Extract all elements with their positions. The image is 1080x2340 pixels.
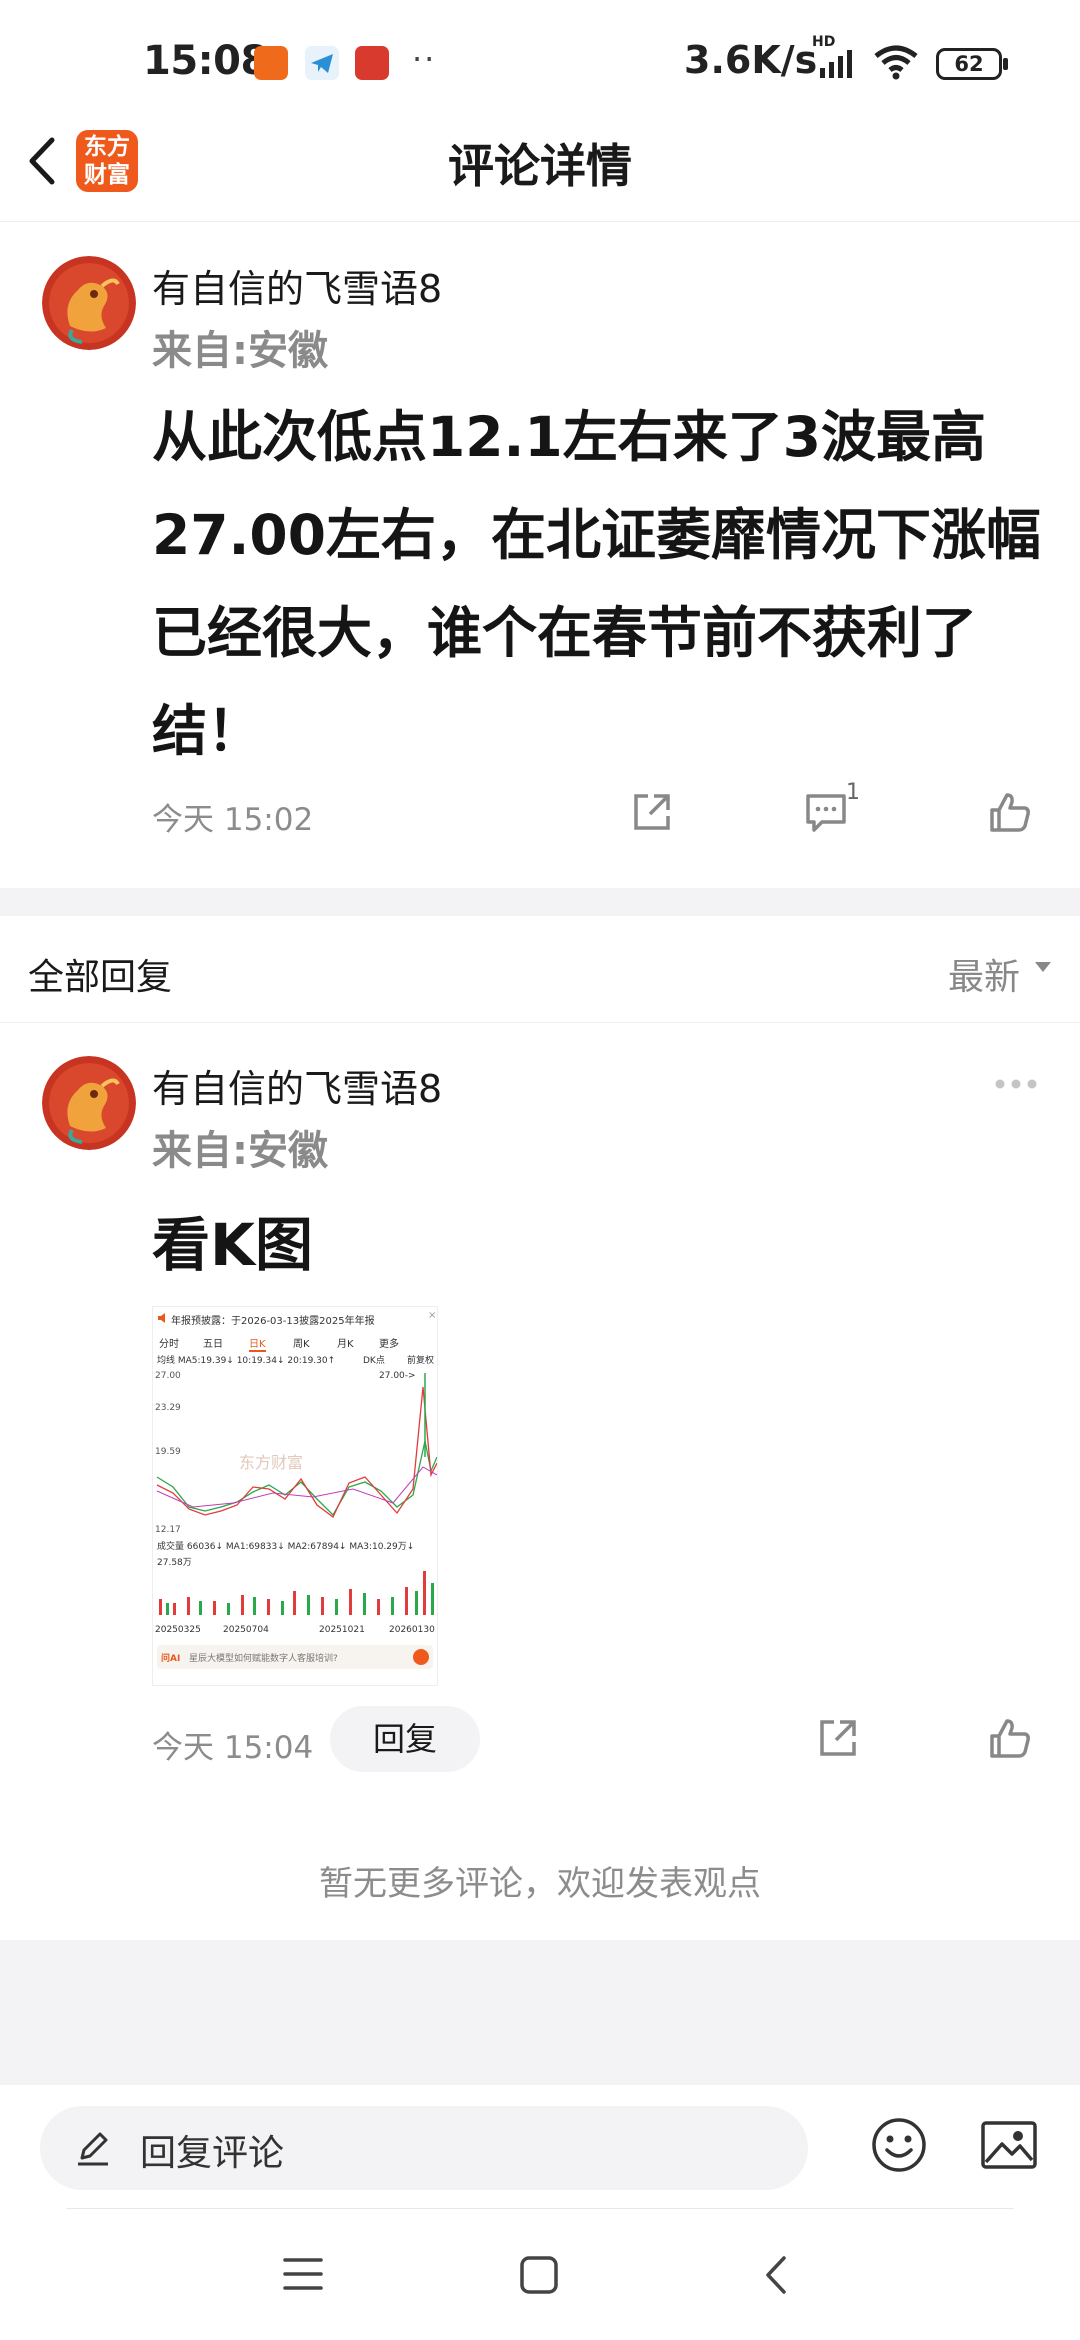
battery-level: 62 bbox=[954, 52, 984, 76]
battery-tip bbox=[1003, 58, 1008, 70]
volume-line: 成交量 66036↓ MA1:69833↓ MA2:67894↓ MA3:10.… bbox=[157, 1542, 415, 1552]
status-time: 15:08 bbox=[143, 38, 268, 84]
gesture-divider bbox=[66, 2208, 1014, 2209]
date-label-1: 20250325 bbox=[155, 1625, 201, 1635]
hd-tag: HD bbox=[812, 34, 836, 50]
reply-button[interactable]: 回复 bbox=[330, 1706, 480, 1772]
post-author-name[interactable]: 有自信的飞雪语8 bbox=[152, 258, 442, 313]
image-icon[interactable] bbox=[980, 2118, 1038, 2172]
comment-input-placeholder: 回复评论 bbox=[140, 2133, 285, 2174]
more-options-icon[interactable] bbox=[994, 1078, 1038, 1090]
app-notification-icon bbox=[254, 46, 288, 80]
emoji-icon[interactable] bbox=[870, 2116, 928, 2174]
notice-text: 年报预披露：于2026-03-13披露2025年年报 bbox=[171, 1316, 375, 1327]
back-nav-icon[interactable] bbox=[760, 2254, 790, 2296]
ai-prompt-text: 星辰大模型如何赋能数字人客服培训? bbox=[189, 1654, 338, 1664]
telegram-icon bbox=[305, 46, 339, 80]
status-bar: 15:08 ·· 3.6K/s HD 62 bbox=[0, 0, 1080, 120]
date-label-4: 20260130 bbox=[389, 1625, 435, 1635]
fq-label: 前复权 bbox=[407, 1356, 435, 1366]
page-title: 评论详情 bbox=[448, 139, 632, 193]
tab-minute: 分时 bbox=[159, 1339, 179, 1350]
kline-chart bbox=[156, 1373, 437, 1518]
replies-header-divider bbox=[0, 1022, 1080, 1023]
section-divider bbox=[0, 888, 1080, 916]
tab-weekly: 周K bbox=[293, 1339, 310, 1350]
post-location: 来自:安徽 bbox=[152, 328, 328, 374]
app-notification-icon-2 bbox=[355, 46, 389, 80]
sort-dropdown-icon[interactable] bbox=[1034, 960, 1052, 974]
reply-content: 看K图 bbox=[152, 1211, 313, 1279]
reply-location: 来自:安徽 bbox=[152, 1128, 328, 1174]
dk-label: DK点 bbox=[363, 1356, 385, 1366]
ai-prompt-bar: 问AI 星辰大模型如何赋能数字人客服培训? bbox=[157, 1645, 433, 1669]
network-speed: 3.6K/s bbox=[684, 38, 818, 82]
menu-nav-icon[interactable] bbox=[282, 2256, 324, 2292]
reply-avatar[interactable] bbox=[42, 1056, 136, 1150]
reply-author-name[interactable]: 有自信的飞雪语8 bbox=[152, 1058, 442, 1113]
reply-timestamp: 今天 15:04 bbox=[152, 1730, 314, 1766]
tab-more: 更多 bbox=[379, 1339, 399, 1350]
comment-icon[interactable] bbox=[804, 790, 848, 834]
tab-5day: 五日 bbox=[203, 1339, 223, 1350]
sort-selector[interactable]: 最新 bbox=[948, 948, 1020, 1000]
empty-background bbox=[0, 1940, 1080, 2085]
no-more-comments: 暂无更多评论，欢迎发表观点 bbox=[319, 1864, 761, 1904]
avatar[interactable] bbox=[42, 256, 136, 350]
volume-max: 27.58万 bbox=[157, 1558, 192, 1568]
post-content: 从此次低点12.1左右来了3波最高27.00左右，在北证萎靡情况下涨幅已经很大，… bbox=[152, 405, 1041, 763]
ma-line: 均线 MA5:19.39↓ 10:19.34↓ 20:19.30↑ bbox=[157, 1356, 336, 1366]
date-label-3: 20251021 bbox=[319, 1625, 365, 1635]
close-icon: × bbox=[428, 1310, 437, 1321]
ai-tag: 问AI bbox=[161, 1654, 181, 1664]
comment-count: 1 bbox=[846, 780, 860, 805]
home-nav-icon[interactable] bbox=[518, 2254, 560, 2296]
volume-chart bbox=[159, 1571, 434, 1615]
wifi-icon bbox=[874, 45, 918, 80]
reply-like-icon[interactable] bbox=[988, 1716, 1032, 1760]
date-label-2: 20250704 bbox=[223, 1625, 269, 1635]
tab-monthly: 月K bbox=[337, 1339, 354, 1350]
ai-go-icon bbox=[413, 1649, 429, 1665]
pencil-icon bbox=[78, 2132, 108, 2166]
tab-daily: 日K bbox=[249, 1335, 266, 1352]
share-icon[interactable] bbox=[630, 790, 674, 834]
speaker-icon bbox=[158, 1313, 165, 1323]
kline-screenshot-image[interactable]: 年报预披露：于2026-03-13披露2025年年报 × 分时 五日 日K 周K… bbox=[152, 1306, 438, 1686]
like-icon[interactable] bbox=[988, 790, 1032, 834]
more-notifications-icon: ·· bbox=[412, 40, 437, 78]
post-timestamp: 今天 15:02 bbox=[152, 802, 314, 838]
battery-icon: 62 bbox=[936, 48, 1002, 80]
reply-share-icon[interactable] bbox=[816, 1716, 860, 1760]
all-replies-title: 全部回复 bbox=[28, 957, 173, 998]
